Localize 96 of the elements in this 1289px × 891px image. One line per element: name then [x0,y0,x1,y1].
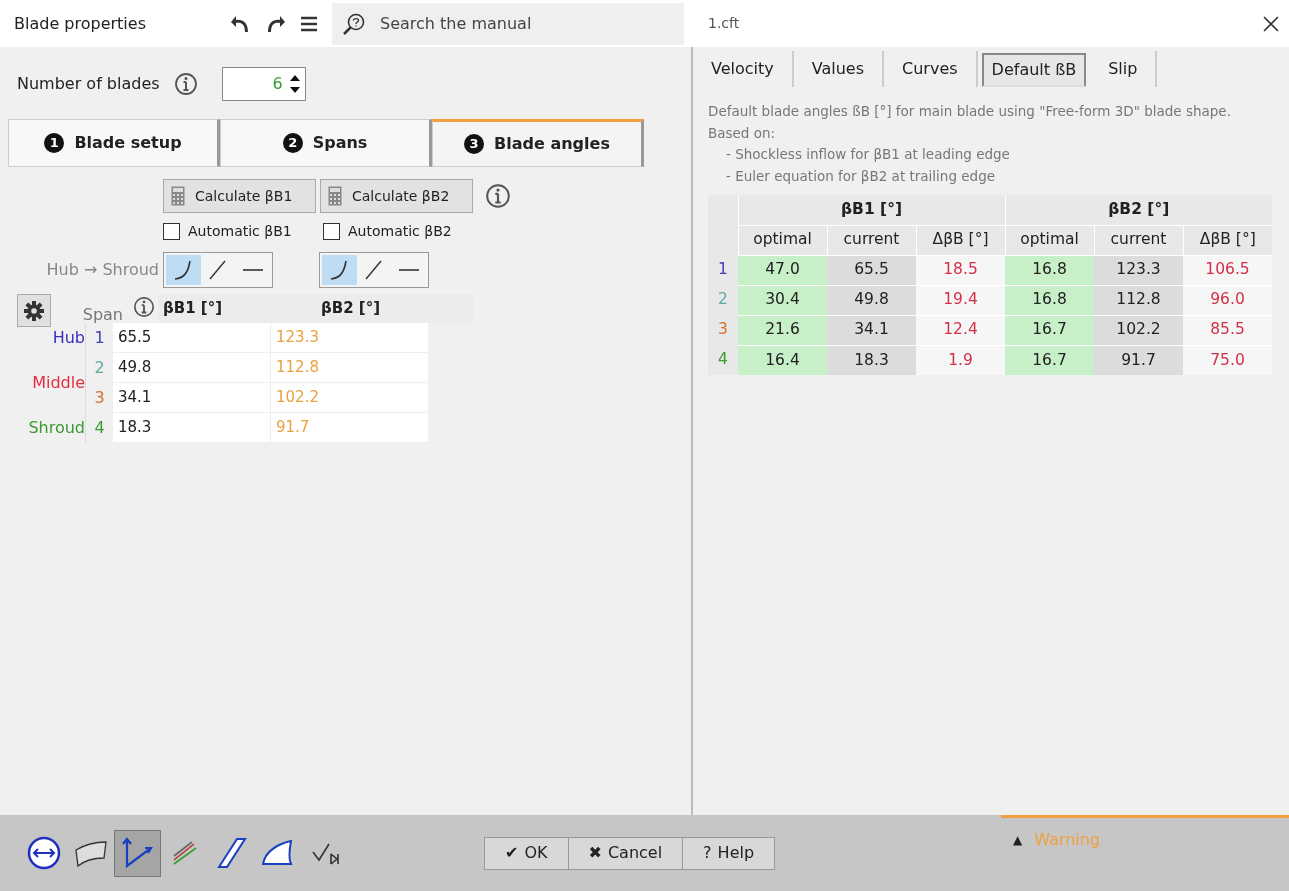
warning-icon[interactable]: ▲ [1013,828,1023,881]
blade-icon [73,838,108,868]
flat-icon [242,268,263,272]
table-cell: 18.3 [827,345,916,375]
row-number: 3 [708,315,738,345]
table-cell: 21.6 [738,315,827,345]
cancel-button[interactable]: ✖ Cancel [568,836,684,870]
table-cell[interactable]: 49.8 [113,353,271,383]
span-label: Middle [32,372,85,394]
column-heading: current [1094,225,1183,255]
angle-arrows-icon [120,836,155,870]
ok-button[interactable]: ✔ OK [484,836,569,870]
description-text: Based on: [708,123,777,143]
tab[interactable]: Slip [1090,51,1158,87]
help-button[interactable]: ? Help [683,836,776,870]
table-cell: 19.4 [916,285,1005,315]
tab[interactable]: Default ßB [981,53,1087,87]
window-title: Blade properties [13,12,147,35]
table-cell: 106.5 [1183,255,1272,285]
table-cell: 112.8 [1094,285,1183,315]
tab[interactable]: Curves [884,51,978,87]
bullet-text: - Euler equation for βB2 at trailing edge [726,166,996,186]
bullet-text: - Shockless inflow for βB1 at leading edge [726,145,1011,164]
info-icon[interactable] [133,295,155,318]
table-cell[interactable]: 18.3 [113,413,271,443]
table-cell: 16.4 [738,345,827,375]
circle-arrows-icon [26,836,61,870]
table-cell: 75.0 [1183,345,1272,375]
info-icon[interactable] [173,72,198,96]
settings-button[interactable] [17,294,51,327]
table-cell: 16.7 [1005,345,1094,375]
table-cell: 1.9 [916,345,1005,375]
calculate-button[interactable]: Calculate βB1 [163,179,316,213]
table-cell: 16.8 [1005,255,1094,285]
column-heading: βB1 [°] [158,294,316,323]
tab[interactable]: Velocity [693,51,794,87]
parallelogram-icon [214,837,249,869]
row-number: 4 [708,345,738,375]
description-text: Default blade angles ßB [°] for main blade using "Free-form 3D" blade shape. [708,102,1232,121]
span-label: Shroud [28,417,85,439]
step-tab[interactable]: 1 Blade setup [8,119,220,167]
column-heading: optimal [738,225,827,255]
table-cell: 91.7 [1094,345,1183,375]
column-heading: ΔβB [°] [1183,225,1272,255]
distribution-option[interactable] [322,255,357,285]
table-cell: 96.0 [1183,285,1272,315]
column-group-heading: βB2 [°] [1005,195,1272,225]
table-cell: 12.4 [916,315,1005,345]
table-cell: 49.8 [827,285,916,315]
column-group-heading: βB1 [°] [738,195,1005,225]
search-field[interactable]: Search the manual [332,2,684,45]
step-number: 1 [44,133,65,153]
close-icon[interactable] [1263,15,1279,32]
column-heading: ΔβB [°] [916,225,1005,255]
row-label: Hub → Shroud [45,259,160,281]
calculate-button[interactable]: Calculate βB2 [320,179,473,213]
table-cell: 47.0 [738,255,827,285]
settings-icon [23,299,45,322]
span-label: Hub [52,327,85,349]
step-tab[interactable]: 2 Spans [220,119,432,167]
tool-button[interactable] [114,829,161,877]
table-cell[interactable]: 65.5 [113,323,271,353]
column-heading: Span [81,304,123,326]
table-cell: 16.7 [1005,315,1094,345]
checkbox-label: Automatic βB1 [188,222,292,241]
table-cell: 123.3 [1094,255,1183,285]
checkbox[interactable] [323,223,340,240]
column-heading: current [827,225,916,255]
checkbox-label: Automatic βB2 [348,222,452,241]
table-cell: 18.5 [916,255,1005,285]
menu-icon[interactable] [300,15,318,32]
calculator-icon [328,186,342,206]
table-cell: 102.2 [1094,315,1183,345]
column-heading: βB2 [°] [316,294,474,323]
calculator-icon [171,186,185,206]
row-number: 1 [708,255,738,285]
distribution-option[interactable] [166,255,201,285]
table-cell[interactable]: 34.1 [113,383,271,413]
step-number: 2 [282,133,303,153]
row-number: 2 [708,285,738,315]
table-cell: 85.5 [1183,315,1272,345]
step-tab[interactable]: 3 Blade angles [432,119,644,167]
step-number: 3 [464,134,485,154]
number-spinner[interactable]: 6 [221,67,306,101]
table-cell: 30.4 [738,285,827,315]
spin-arrows-icon[interactable] [288,74,301,94]
info-icon[interactable] [485,183,511,209]
table-cell: 16.8 [1005,285,1094,315]
field-label: Number of blades [17,73,160,95]
column-heading: optimal [1005,225,1094,255]
table-cell: 65.5 [827,255,916,285]
file-name: 1.cft [708,14,740,33]
table-cell: 34.1 [827,315,916,345]
tab[interactable]: Values [793,51,885,87]
flat-icon [398,268,419,272]
checkbox[interactable] [163,223,180,240]
